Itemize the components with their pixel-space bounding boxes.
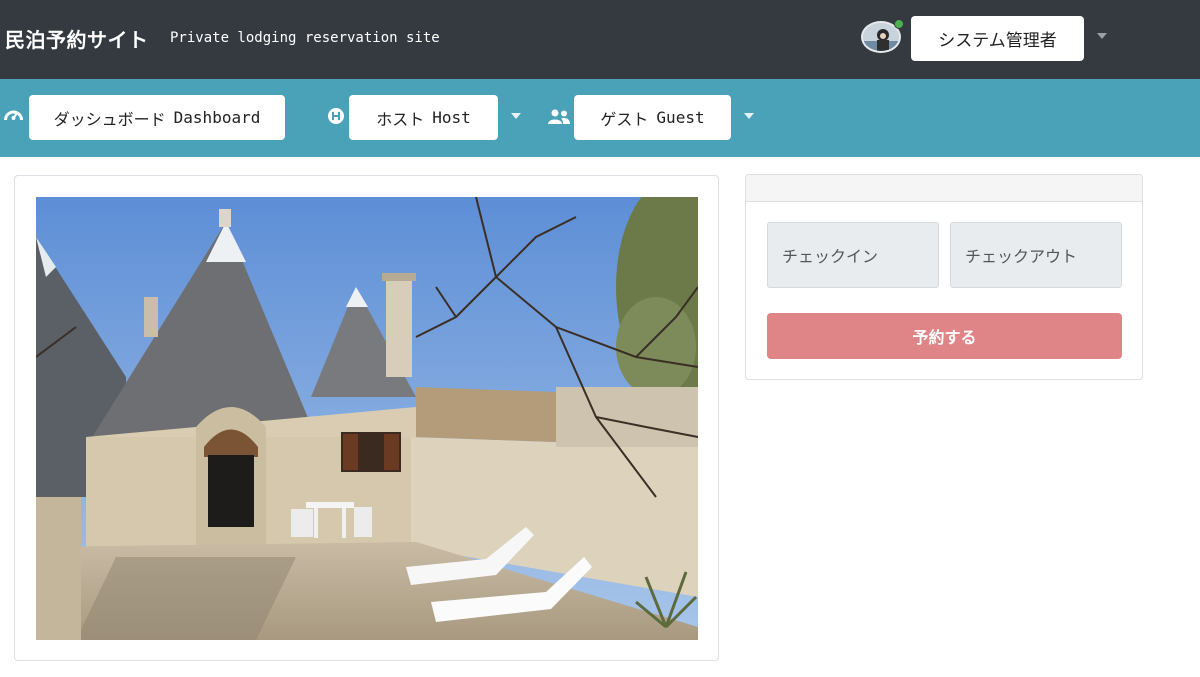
reservation-card-header (746, 175, 1142, 202)
top-header: 民泊予約サイト Private lodging reservation site… (0, 0, 1200, 79)
checkout-input[interactable]: チェックアウト (950, 222, 1122, 288)
nav-host-label-ja: ホスト (376, 109, 425, 129)
nav-dashboard-button[interactable]: ダッシュボード Dashboard (29, 95, 285, 140)
reservation-card: チェックイン チェックアウト 予約する (745, 174, 1143, 380)
users-icon (548, 109, 570, 128)
nav-dashboard-label-en: Dashboard (173, 108, 261, 127)
user-menu-caret-icon[interactable] (1097, 33, 1107, 39)
checkin-input[interactable]: チェックイン (767, 222, 939, 288)
main-navbar: ダッシュボード Dashboard ホスト Host ゲスト Guest (0, 79, 1200, 157)
online-status-dot (894, 19, 904, 29)
property-photo (36, 197, 698, 640)
property-photo-card (14, 175, 719, 661)
site-subtitle: Private lodging reservation site (170, 30, 440, 46)
nav-guest-label-ja: ゲスト (600, 109, 649, 129)
h-circle-icon (328, 108, 344, 128)
reserve-button[interactable]: 予約する (767, 313, 1122, 359)
nav-guest-label-en: Guest (656, 108, 705, 127)
tachometer-icon (4, 107, 23, 127)
nav-dashboard-label-ja: ダッシュボード (53, 109, 166, 129)
guest-dropdown-caret-icon[interactable] (744, 113, 754, 119)
nav-guest-button[interactable]: ゲスト Guest (574, 95, 731, 140)
nav-host-label-en: Host (432, 108, 471, 127)
nav-host-button[interactable]: ホスト Host (349, 95, 498, 140)
user-menu-button[interactable]: システム管理者 (911, 16, 1084, 61)
host-dropdown-caret-icon[interactable] (511, 113, 521, 119)
site-brand[interactable]: 民泊予約サイト (5, 24, 149, 53)
